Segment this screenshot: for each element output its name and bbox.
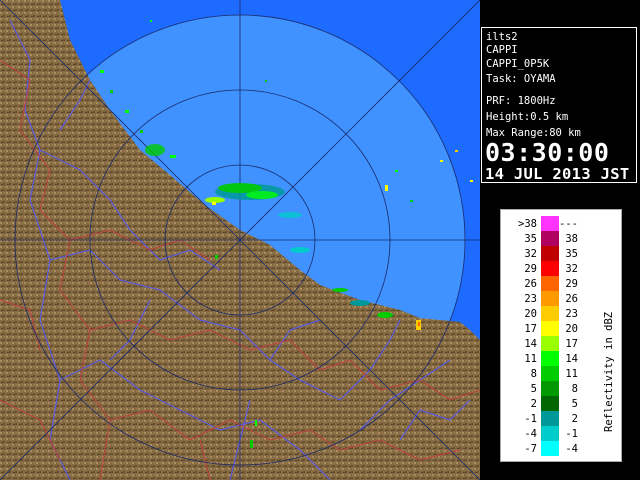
legend-swatch	[541, 441, 559, 456]
legend-low-label: 35	[524, 233, 537, 245]
legend-row: 20 23	[524, 306, 578, 321]
legend-high-label: -1	[565, 428, 578, 440]
legend-low-label: >38	[518, 218, 537, 230]
legend-row: 29 32	[524, 261, 578, 276]
legend-low-label: 2	[531, 398, 537, 410]
legend-row: 14 17	[524, 336, 578, 351]
legend-swatch	[541, 246, 559, 261]
legend-high-label: 38	[565, 233, 578, 245]
legend-swatch	[541, 276, 559, 291]
product-type: CAPPI	[486, 44, 518, 56]
legend-low-label: 11	[524, 353, 537, 365]
legend-low-label: 29	[524, 263, 537, 275]
legend-high-label: 8	[572, 383, 578, 395]
product-name: CAPPI_0P5K	[486, 58, 550, 70]
legend-row: 23 26	[524, 291, 578, 306]
legend-high-label: 26	[565, 293, 578, 305]
legend-high-label: 29	[565, 278, 578, 290]
legend-swatch	[541, 291, 559, 306]
legend-swatch	[541, 321, 559, 336]
legend-row: -4 -1	[524, 426, 578, 441]
legend-row: -7 -4	[524, 441, 578, 456]
legend-swatch	[541, 306, 559, 321]
legend-low-label: 17	[524, 323, 537, 335]
legend-swatch	[541, 216, 559, 231]
legend-high-label: 35	[565, 248, 578, 260]
legend-swatch	[541, 336, 559, 351]
reflectivity-legend: Reflectivity in dBZ >38 --- 35 38 32 35 29 32 26…	[500, 209, 622, 462]
legend-low-label: -1	[524, 413, 537, 425]
legend-low-label: 26	[524, 278, 537, 290]
legend-low-label: 32	[524, 248, 537, 260]
legend-row: 25	[531, 396, 578, 411]
legend-row: 8 11	[531, 366, 578, 381]
legend-low-label: 23	[524, 293, 537, 305]
legend-swatch	[541, 396, 559, 411]
legend-low-label: 14	[524, 338, 537, 350]
legend-row: >38 ---	[518, 216, 578, 231]
scan-time: 03:30:00	[485, 138, 610, 167]
scan-info-panel: ilts2 CAPPI CAPPI_0P5K Task: OYAMA PRF: …	[481, 27, 637, 183]
legend-swatch	[541, 426, 559, 441]
legend-high-label: 20	[565, 323, 578, 335]
legend-low-label: 20	[524, 308, 537, 320]
range-rings	[0, 0, 480, 480]
legend-low-label: -4	[524, 428, 537, 440]
prf-value: PRF: 1800Hz	[486, 95, 556, 107]
legend-high-label: 11	[565, 368, 578, 380]
height-value: Height:0.5 km	[486, 111, 569, 123]
legend-swatch	[541, 411, 559, 426]
legend-high-label: 14	[565, 353, 578, 365]
legend-swatch	[541, 366, 559, 381]
legend-high-label: -4	[565, 443, 578, 455]
legend-swatch	[541, 381, 559, 396]
legend-high-label: 2	[572, 413, 578, 425]
legend-low-label: 8	[531, 368, 537, 380]
legend-high-label: 23	[565, 308, 578, 320]
legend-low-label: -7	[524, 443, 537, 455]
legend-row: 32 35	[524, 246, 578, 261]
legend-scale: Reflectivity in dBZ >38 ---35 3832 3529 3226…	[518, 216, 615, 456]
legend-row: -1 2	[524, 411, 578, 426]
legend-title: Reflectivity in dBZ	[603, 312, 615, 432]
legend-high-label: 5	[572, 398, 578, 410]
legend-row: 11 14	[524, 351, 578, 366]
scan-date: 14 JUL 2013 JST	[485, 165, 630, 183]
legend-row: 17 20	[524, 321, 578, 336]
legend-high-label: 32	[565, 263, 578, 275]
legend-swatch	[541, 351, 559, 366]
site-name: ilts2	[486, 31, 518, 43]
legend-high-label: 17	[565, 338, 578, 350]
radar-map[interactable]	[0, 0, 480, 480]
legend-swatch	[541, 231, 559, 246]
legend-row: 58	[531, 381, 578, 396]
legend-row: 26 29	[524, 276, 578, 291]
legend-low-label: 5	[531, 383, 537, 395]
legend-swatch	[541, 261, 559, 276]
legend-row: 35 38	[524, 231, 578, 246]
legend-high-label: ---	[559, 218, 578, 230]
task-name: Task: OYAMA	[486, 73, 556, 85]
